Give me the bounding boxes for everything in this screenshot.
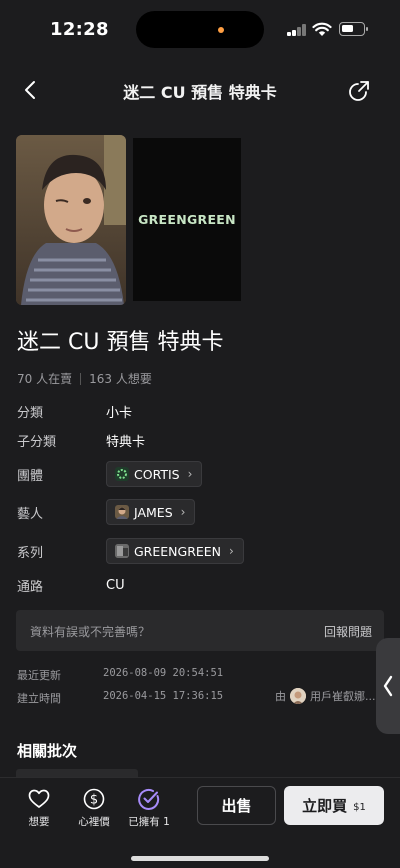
wifi-icon	[312, 22, 332, 36]
artist-avatar-icon	[115, 505, 129, 519]
dollar-circle-icon: $	[82, 787, 106, 811]
attr-label: 藝人	[17, 506, 44, 522]
attr-label: 子分類	[17, 434, 57, 450]
related-batch-card[interactable]	[16, 769, 138, 777]
chevron-right-icon: ›	[180, 505, 186, 519]
chevron-right-icon: ›	[187, 467, 193, 481]
item-title: 迷二 CU 預售 特典卡	[17, 330, 224, 355]
group-logo-icon	[115, 467, 129, 481]
creator-prefix: 由	[275, 690, 286, 703]
nav-bar: 迷二 CU 預售 特典卡	[0, 70, 400, 110]
dynamic-island	[136, 11, 264, 48]
wanters-count: 163 人想要	[89, 372, 152, 386]
group-name: CORTIS	[134, 466, 180, 482]
cellular-signal-icon	[287, 24, 307, 36]
owned-label: 已擁有 1	[128, 816, 170, 828]
series-thumbnail-icon	[115, 544, 129, 558]
card-photo-front[interactable]	[16, 135, 126, 305]
chevron-right-icon: ›	[229, 544, 234, 558]
series-name: GREENGREEN	[134, 543, 222, 559]
item-stats: 70 人在賣 163 人想要	[17, 370, 152, 387]
meta-value: 2026-04-15 17:36:15	[103, 690, 224, 702]
creator-name: 用戶崔叡娜...	[310, 690, 376, 703]
series-chip[interactable]: GREENGREEN ›	[106, 538, 244, 564]
meta-updated: 最近更新 2026-08-09 20:54:51	[17, 667, 387, 685]
attr-label: 系列	[17, 545, 44, 561]
meta-created: 建立時間 2026-04-15 17:36:15 由 用戶崔叡娜...	[17, 688, 387, 708]
price-label: 心裡價	[78, 816, 110, 828]
check-circle-icon	[137, 787, 161, 811]
report-box: 資料有誤或不完善嗎？ 回報問題	[16, 610, 384, 651]
want-button[interactable]: 想要	[9, 787, 69, 829]
meta-label: 最近更新	[17, 669, 61, 682]
card-photo-back[interactable]: GREENGREEN	[133, 138, 241, 301]
report-question: 資料有誤或不完善嗎？	[30, 625, 151, 639]
attr-category: 分類 小卡	[17, 398, 387, 424]
attr-artist: 藝人 JAMES ›	[17, 499, 387, 525]
nav-title: 迷二 CU 預售 特典卡	[123, 83, 277, 102]
bottom-action-bar: 想要 $ 心裡價 已擁有 1 出售 立即買 $1	[0, 777, 400, 868]
clock: 12:28	[50, 19, 109, 40]
portrait-image	[16, 135, 126, 305]
attr-label: 團體	[17, 468, 44, 484]
side-drawer-handle[interactable]	[376, 638, 400, 734]
attr-label: 通路	[17, 579, 44, 595]
status-bar: 12:28	[0, 0, 400, 58]
artist-chip[interactable]: JAMES ›	[106, 499, 196, 525]
artist-name: JAMES	[134, 504, 173, 520]
attr-channel: 通路 CU	[17, 572, 387, 598]
attr-group: 團體 CORTIS ›	[17, 461, 387, 487]
meta-value: 2026-08-09 20:54:51	[103, 667, 224, 679]
group-chip[interactable]: CORTIS ›	[106, 461, 203, 487]
attr-value: 小卡	[106, 405, 133, 421]
share-icon[interactable]	[348, 78, 372, 102]
meta-label: 建立時間	[17, 692, 61, 705]
heart-icon	[27, 787, 51, 811]
buy-now-price: $1	[353, 802, 366, 813]
divider	[80, 372, 82, 385]
creator-avatar	[290, 688, 306, 704]
attr-subcategory: 子分類 特典卡	[17, 427, 387, 453]
buy-now-label: 立即買	[302, 797, 348, 815]
home-indicator	[131, 856, 269, 861]
report-issue-link[interactable]: 回報問題	[324, 623, 372, 640]
sellers-count: 70 人在賣	[17, 372, 73, 386]
sell-button[interactable]: 出售	[197, 786, 276, 825]
attr-label: 分類	[17, 405, 44, 421]
price-button[interactable]: $ 心裡價	[64, 787, 124, 829]
attr-series: 系列 GREENGREEN ›	[17, 538, 387, 564]
creator[interactable]: 由 用戶崔叡娜...	[275, 688, 376, 704]
want-label: 想要	[28, 816, 50, 828]
attr-value: 特典卡	[106, 434, 146, 450]
brand-wordmark: GREENGREEN	[138, 212, 236, 227]
chevron-left-icon	[383, 675, 393, 697]
buy-now-button[interactable]: 立即買 $1	[284, 786, 384, 825]
battery-icon	[339, 22, 368, 36]
attr-value: CU	[106, 577, 125, 593]
related-batches-title: 相關批次	[17, 742, 78, 760]
mic-indicator	[218, 27, 224, 33]
svg-text:$: $	[90, 793, 98, 808]
owned-button[interactable]: 已擁有 1	[119, 787, 179, 829]
